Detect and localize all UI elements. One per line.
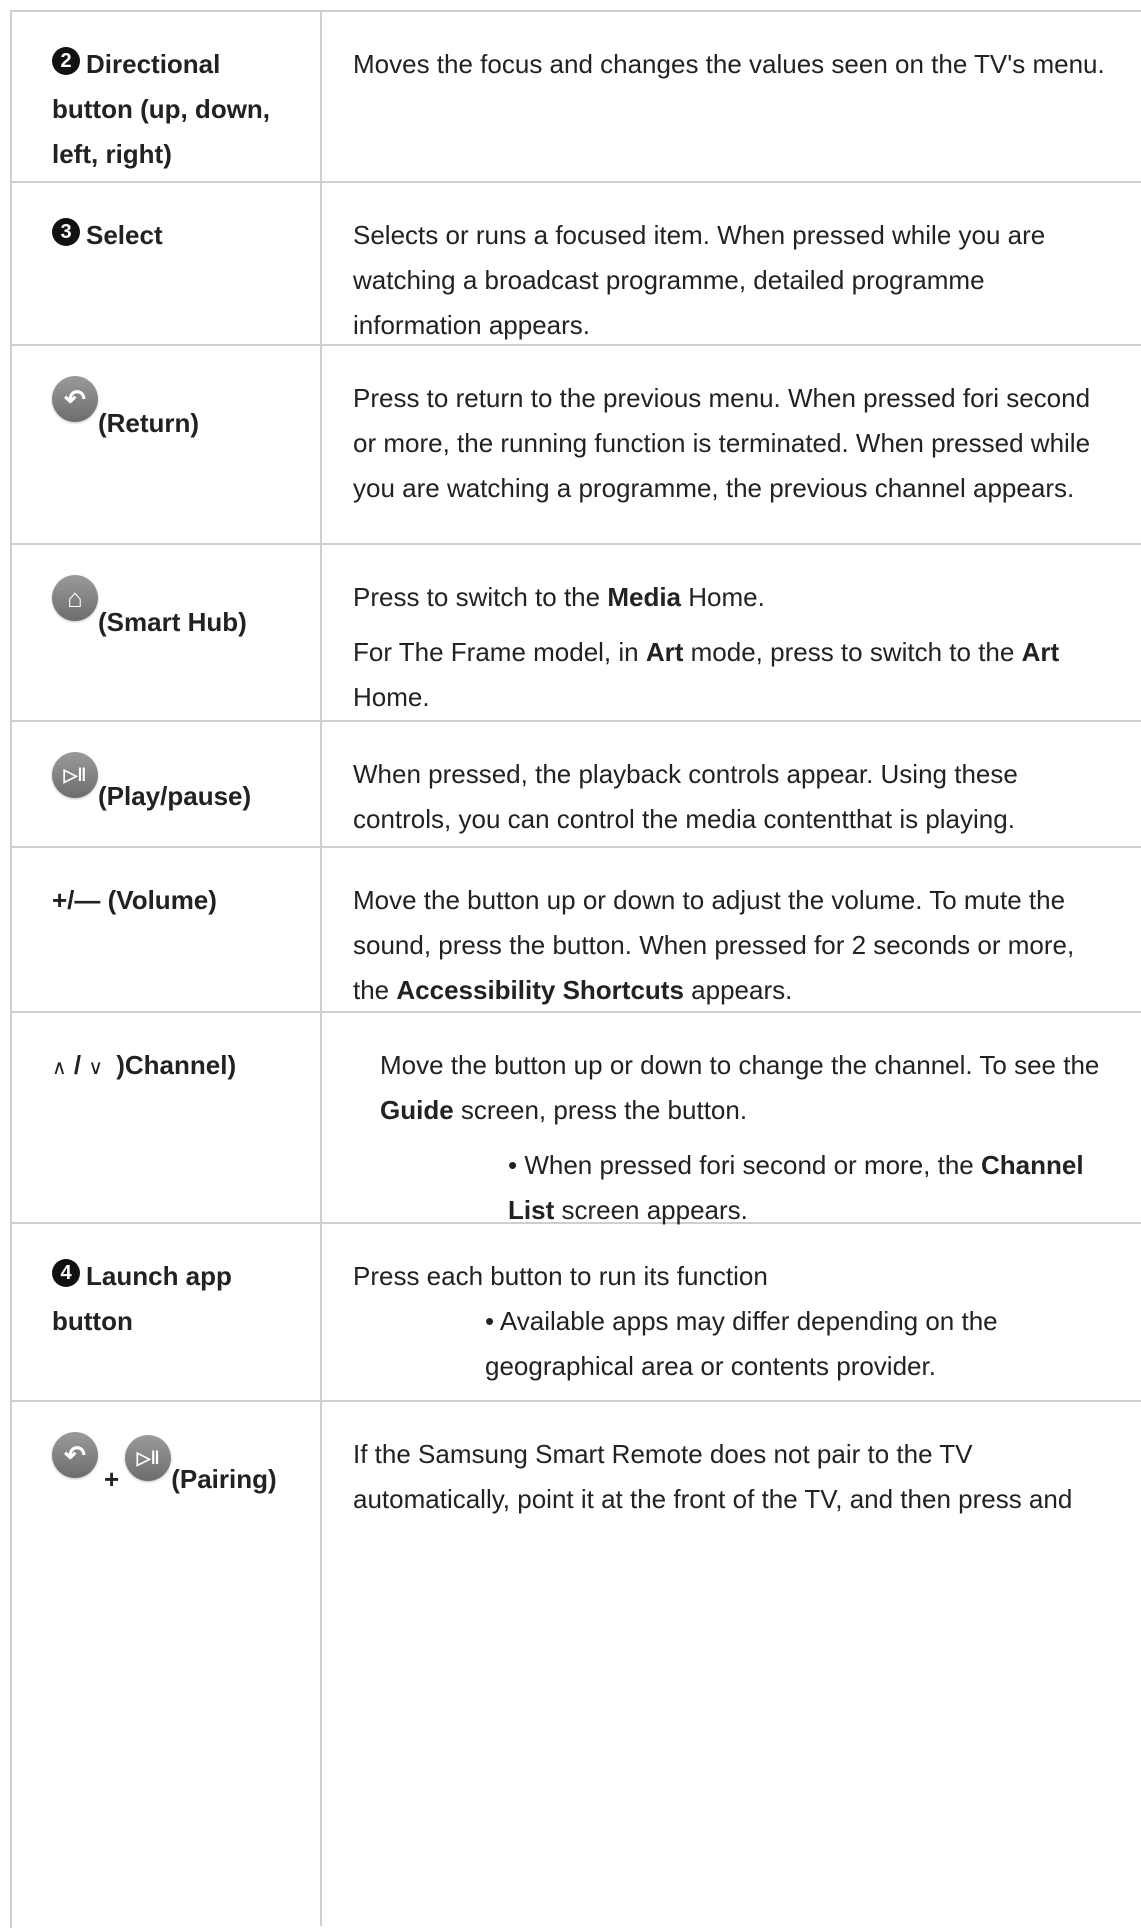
play-pause-icon: ▷‖ bbox=[125, 1435, 172, 1481]
description-text: Selects or runs a focused item. When pre… bbox=[353, 220, 1046, 340]
description-text: For The Frame model, in Art mode, press … bbox=[353, 637, 1060, 712]
description-cell: Press to return to the previous menu. Wh… bbox=[322, 346, 1141, 543]
home-icon: ⌂ bbox=[52, 575, 98, 621]
button-label: (Return) bbox=[98, 408, 200, 438]
remote-buttons-table: 2 Directional button (up, down, left, rig… bbox=[10, 10, 1141, 1928]
channel-down-icon: ∨ bbox=[88, 1057, 103, 1079]
button-label: (Smart Hub) bbox=[98, 607, 247, 637]
bullet-item: • Available apps may differ depending on… bbox=[485, 1306, 998, 1381]
description-text: Press each button to run its function bbox=[353, 1261, 768, 1291]
description-text: Press to switch to the Media Home. bbox=[353, 582, 765, 612]
description-text: If the Samsung Smart Remote does not pai… bbox=[353, 1439, 1073, 1514]
button-name-cell: ↶+▷‖(Pairing) bbox=[12, 1402, 322, 1926]
button-name-cell: +/— (Volume) bbox=[12, 848, 322, 1011]
description-text: Press to return to the previous menu. Wh… bbox=[353, 383, 1091, 503]
number-2-icon: 2 bbox=[52, 47, 80, 75]
plus-sign: + bbox=[104, 1464, 120, 1494]
button-label: (Play/pause) bbox=[98, 781, 252, 811]
description-cell: Move the button up or down to change the… bbox=[322, 1013, 1141, 1225]
button-label: (Pairing) bbox=[171, 1464, 277, 1494]
button-name-cell: ▷‖(Play/pause) bbox=[12, 722, 322, 846]
description-text: Move the button up or down to adjust the… bbox=[353, 885, 1075, 1005]
number-3-icon: 3 bbox=[52, 218, 80, 246]
table-row: ↶+▷‖(Pairing) If the Samsung Smart Remot… bbox=[12, 1402, 1141, 1926]
description-text: Moves the focus and changes the values s… bbox=[353, 49, 1105, 79]
description-cell: Moves the focus and changes the values s… bbox=[322, 12, 1141, 181]
description-cell: If the Samsung Smart Remote does not pai… bbox=[322, 1402, 1141, 1926]
button-name-cell: ∧ / ∨ )Channel) bbox=[12, 1013, 322, 1222]
button-name-cell: 3 Select bbox=[12, 183, 322, 344]
description-cell: Selects or runs a focused item. When pre… bbox=[322, 183, 1141, 344]
button-name-cell: ⌂(Smart Hub) bbox=[12, 545, 322, 720]
button-name-cell: 4 Launch app button bbox=[12, 1224, 322, 1400]
table-row: ⌂(Smart Hub) Press to switch to the Medi… bbox=[12, 545, 1141, 722]
description-cell: When pressed, the playback controls appe… bbox=[322, 722, 1141, 846]
table-row: +/— (Volume) Move the button up or down … bbox=[12, 848, 1141, 1013]
description-text: When pressed, the playback controls appe… bbox=[353, 759, 1018, 834]
description-cell: Press each button to run its function • … bbox=[322, 1224, 1141, 1400]
table-row: 4 Launch app button Press each button to … bbox=[12, 1224, 1141, 1402]
channel-up-icon: ∧ bbox=[52, 1057, 67, 1079]
table-row: ↶(Return) Press to return to the previou… bbox=[12, 346, 1141, 545]
button-name-cell: 2 Directional button (up, down, left, rig… bbox=[12, 12, 322, 181]
table-row: ▷‖(Play/pause) When pressed, the playbac… bbox=[12, 722, 1141, 848]
table-row: 2 Directional button (up, down, left, rig… bbox=[12, 12, 1141, 183]
button-label: )Channel) bbox=[116, 1050, 237, 1080]
table-row: 3 Select Selects or runs a focused item. … bbox=[12, 183, 1141, 346]
button-name-cell: ↶(Return) bbox=[12, 346, 322, 543]
number-4-icon: 4 bbox=[52, 1259, 80, 1287]
table-row: ∧ / ∨ )Channel) Move the button up or do… bbox=[12, 1013, 1141, 1225]
bullet-item: • When pressed fori second or more, the … bbox=[508, 1150, 1084, 1225]
description-cell: Press to switch to the Media Home. For T… bbox=[322, 545, 1141, 720]
button-label: Select bbox=[86, 220, 163, 250]
slash-separator: / bbox=[73, 1050, 82, 1080]
description-text: Move the button up or down to change the… bbox=[380, 1050, 1100, 1125]
button-label: +/— (Volume) bbox=[52, 885, 217, 915]
return-icon: ↶ bbox=[52, 376, 98, 422]
description-cell: Move the button up or down to adjust the… bbox=[322, 848, 1141, 1011]
return-icon: ↶ bbox=[52, 1432, 98, 1478]
play-pause-icon: ▷‖ bbox=[52, 752, 98, 798]
button-label: Directional button (up, down, left, righ… bbox=[52, 49, 271, 169]
